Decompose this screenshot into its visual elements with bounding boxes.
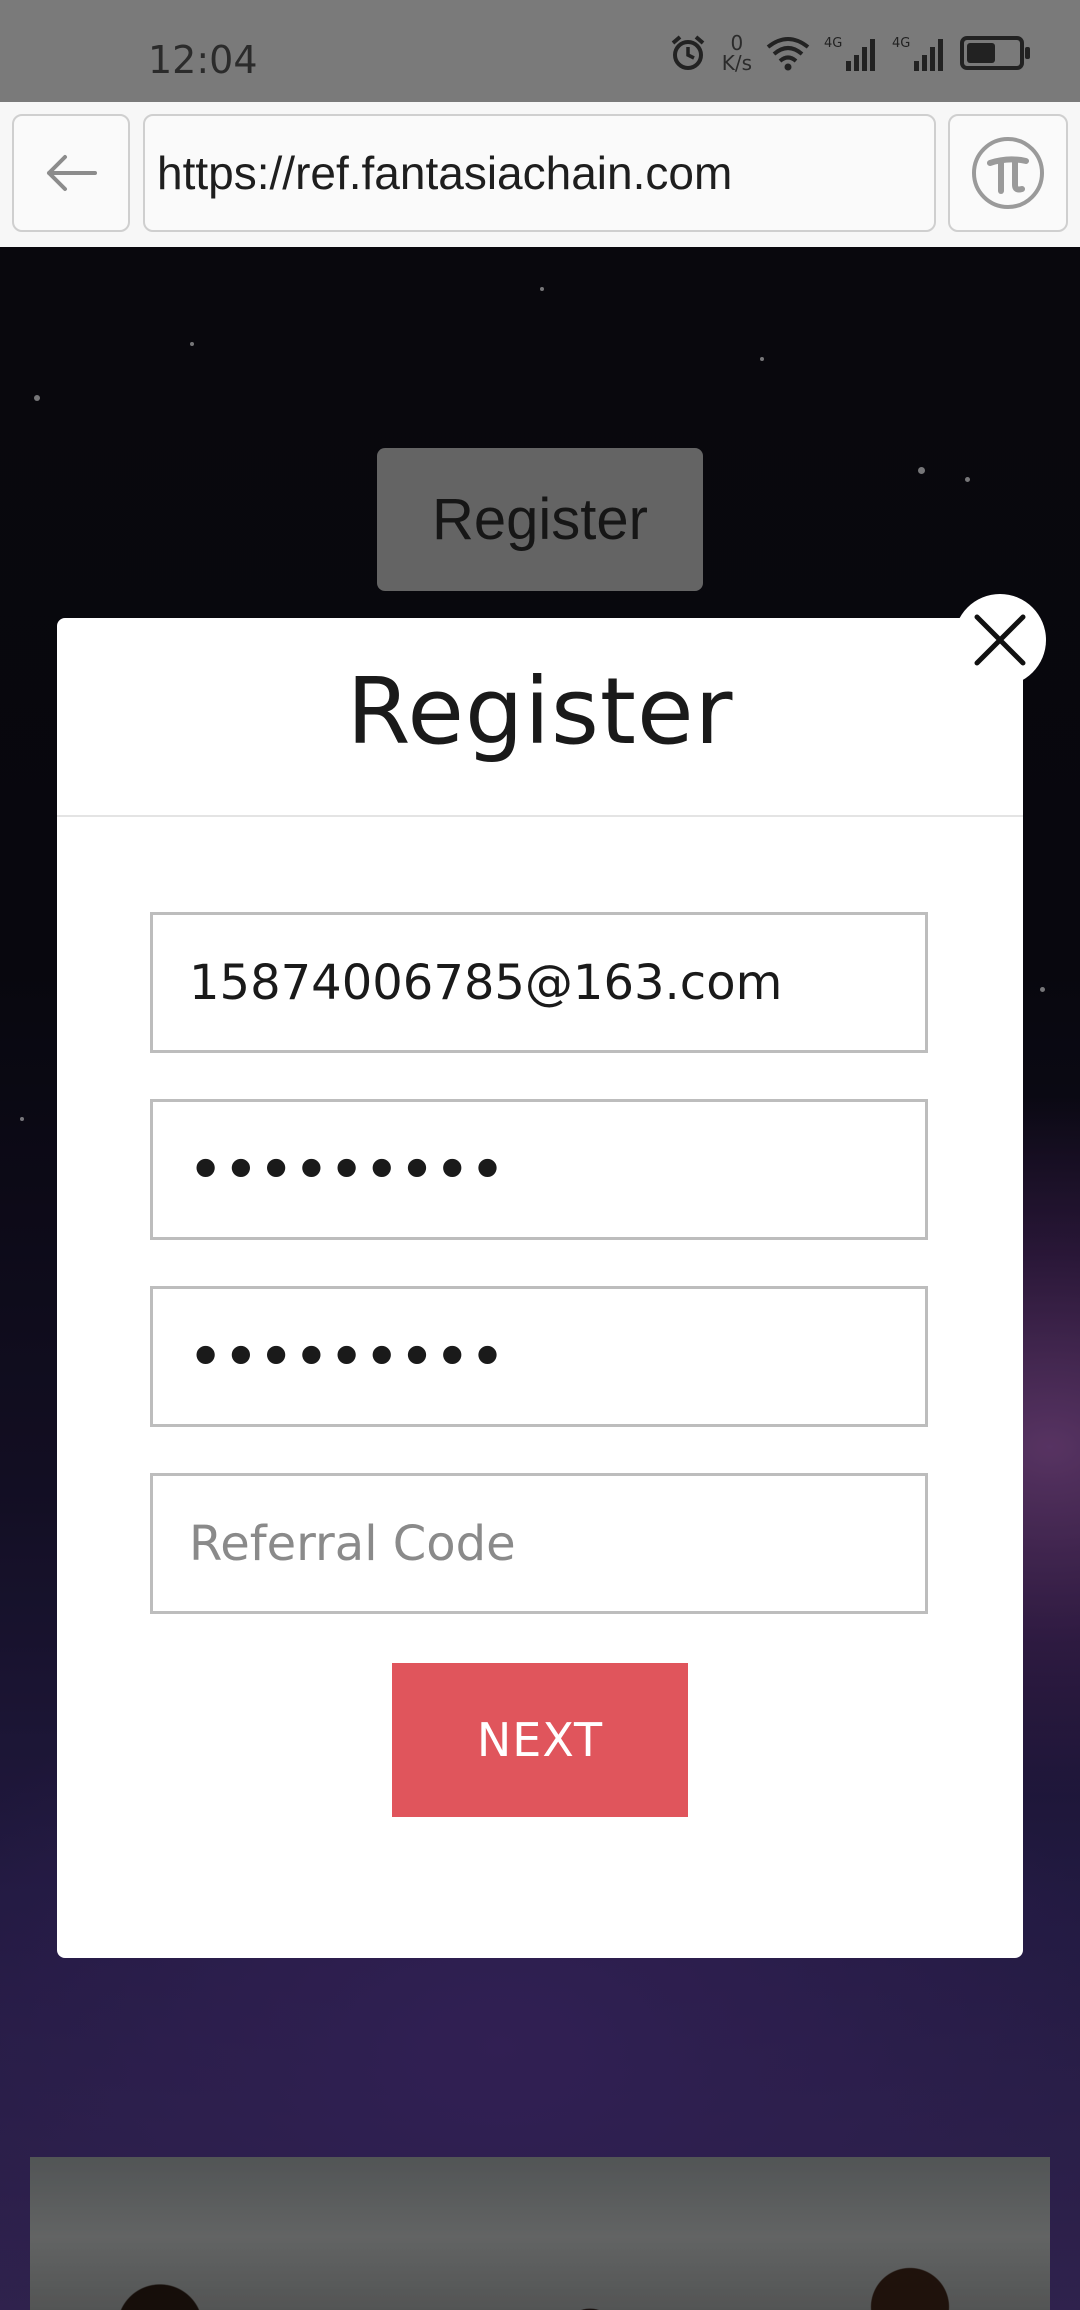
modal-title: Register xyxy=(346,658,734,765)
status-bar: 12:04 0 K/s 4G 4G xyxy=(0,0,1080,102)
pi-logo-icon xyxy=(972,137,1044,209)
battery-level xyxy=(967,43,995,63)
back-button[interactable] xyxy=(12,114,130,232)
arrow-left-icon xyxy=(47,155,97,191)
url-field[interactable]: https://ref.fantasiachain.com xyxy=(143,114,936,232)
signal-4g-icon: 4G xyxy=(824,36,875,71)
close-icon xyxy=(974,614,1026,666)
password-field[interactable]: ••••••••• xyxy=(150,1099,928,1240)
svg-text:4G: 4G xyxy=(824,36,842,51)
register-modal: Register 15874006785@163.com ••••••••• •… xyxy=(57,618,1023,1958)
battery-icon xyxy=(960,36,1030,70)
net-speed-unit: K/s xyxy=(721,51,752,75)
status-icons: 0 K/s 4G 4G xyxy=(668,30,1030,76)
net-speed-value: 0 xyxy=(730,31,744,55)
signal-4g-icon: 4G xyxy=(892,36,943,71)
email-field[interactable]: 15874006785@163.com xyxy=(150,912,928,1053)
svg-text:4G: 4G xyxy=(892,36,910,51)
close-modal-button[interactable] xyxy=(954,594,1046,686)
browser-toolbar: https://ref.fantasiachain.com xyxy=(0,102,1080,248)
confirm-password-field[interactable]: ••••••••• xyxy=(150,1286,928,1427)
referral-code-field[interactable]: Referral Code xyxy=(150,1473,928,1614)
wifi-icon xyxy=(766,37,810,71)
next-button[interactable]: NEXT xyxy=(392,1663,688,1817)
pi-browser-button[interactable] xyxy=(948,114,1068,232)
network-speed: 0 K/s xyxy=(722,33,752,73)
alarm-icon xyxy=(671,35,705,70)
modal-divider xyxy=(57,815,1023,817)
status-time: 12:04 xyxy=(148,38,258,82)
